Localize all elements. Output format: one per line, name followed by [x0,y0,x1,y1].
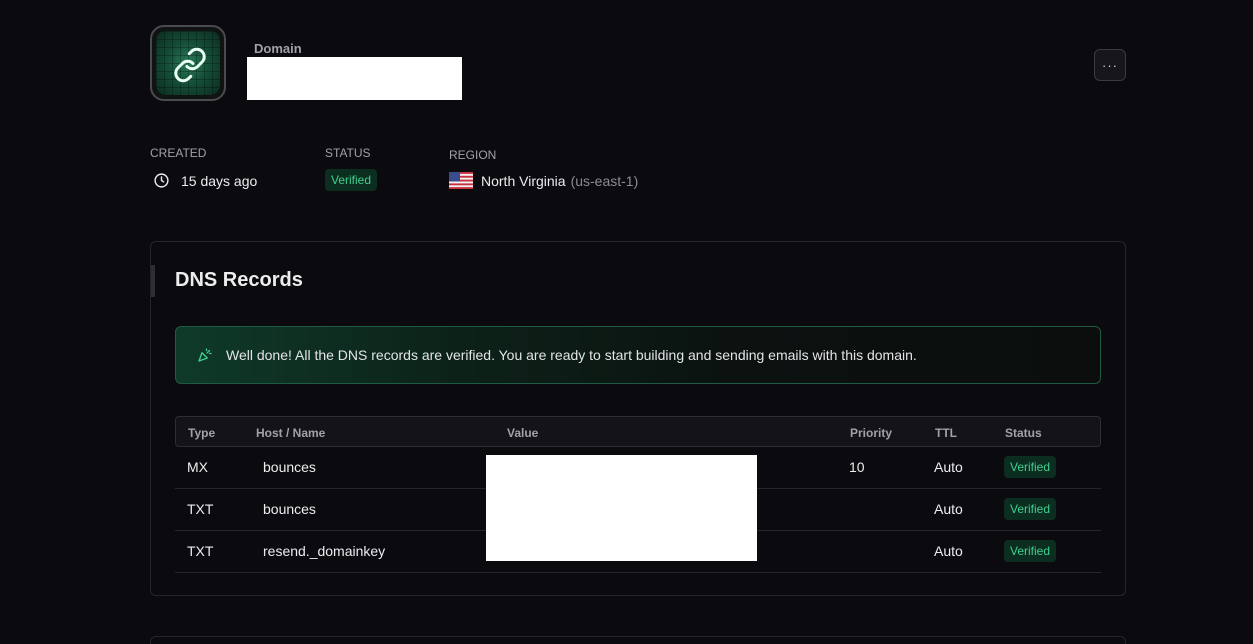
region-name: North Virginia [481,172,566,189]
col-type: Type [188,426,216,440]
col-status: Status [1005,426,1042,440]
row-host[interactable]: bounces [263,501,316,517]
created-label: CREATED [150,146,207,160]
domain-label: Domain [254,41,302,56]
col-priority: Priority [850,426,893,440]
us-flag-icon [449,172,473,189]
party-popper-icon [198,348,212,362]
banner-text: Well done! All the DNS records are verif… [226,347,917,363]
card-accent-bar [151,265,155,297]
domain-avatar [150,25,226,101]
dns-records-table: Type Host / Name Value Priority TTL Stat… [175,416,1101,573]
col-host: Host / Name [256,426,326,440]
row-host[interactable]: bounces [263,459,316,475]
region-label: REGION [449,148,497,162]
region-code: (us-east-1) [570,172,639,189]
clock-icon [154,173,169,188]
row-status-badge: Verified [1004,540,1057,562]
row-status-badge: Verified [1004,498,1057,520]
record-values-redacted [486,455,757,561]
created-value: 15 days ago [153,172,257,189]
row-type: MX [187,459,208,475]
status-badge: Verified [325,169,378,191]
row-type: TXT [187,543,214,559]
next-card-edge [150,636,1126,644]
status-value: Verified [325,169,378,191]
row-ttl: Auto [934,501,963,517]
link-icon [174,47,206,83]
created-value-text: 15 days ago [181,172,258,189]
col-value: Value [507,426,539,440]
verification-success-banner: Well done! All the DNS records are verif… [175,326,1101,384]
row-host[interactable]: resend._domainkey [263,543,385,559]
row-ttl: Auto [934,543,963,559]
region-value: North Virginia (us-east-1) [449,172,638,189]
row-priority: 10 [849,459,865,475]
domain-detail-page: Domain ··· CREATED 15 days ago STATUS Ve… [0,0,1253,644]
domain-name-redacted [247,57,462,100]
row-ttl: Auto [934,459,963,475]
col-ttl: TTL [935,426,957,440]
dns-records-title: DNS Records [175,269,303,291]
row-status-badge: Verified [1004,456,1057,478]
dns-records-card: DNS Records Well done! All the DNS recor… [150,241,1126,596]
more-options-button[interactable]: ··· [1094,49,1126,81]
row-type: TXT [187,501,214,517]
table-header: Type Host / Name Value Priority TTL Stat… [175,416,1101,447]
status-label: STATUS [325,146,371,160]
